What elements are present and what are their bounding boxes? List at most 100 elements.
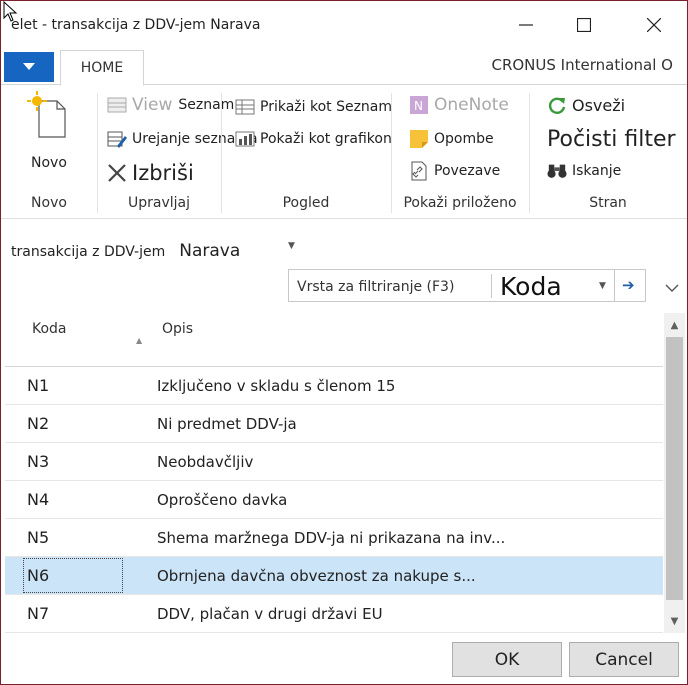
caption-field: Narava	[179, 241, 241, 261]
grid-header: Koda ▲ Opis	[5, 309, 663, 367]
app-menu-button[interactable]	[4, 52, 54, 82]
cell-code: N7	[27, 604, 50, 623]
cell-code: N2	[27, 414, 50, 433]
ribbon: Novo Novo View Seznam Urejanje seznama I…	[1, 85, 687, 219]
view-button[interactable]: View Seznam	[107, 95, 234, 115]
cell-code: N5	[27, 528, 50, 547]
table-row[interactable]: N2 Ni predmet DDV-ja	[5, 405, 663, 443]
cell-code: N1	[27, 376, 50, 395]
link-icon	[409, 161, 429, 181]
window-title: elet - transakcija z DDV-jem Narava	[11, 17, 261, 33]
table-row[interactable]: N3 Neobdavčljiv	[5, 443, 663, 481]
maximize-icon	[577, 18, 591, 32]
cell-code: N6	[27, 566, 50, 585]
grid-rows: N1 Izključeno v skladu s členom 15 N2 Ni…	[5, 367, 663, 633]
onenote-label: OneNote	[434, 95, 509, 115]
delete-button[interactable]: Izbriši	[107, 161, 194, 185]
edit-list-icon	[107, 129, 127, 149]
ok-button[interactable]: OK	[452, 642, 562, 677]
group-prilozeno: N OneNote Opombe Povezave Pokaži prilože…	[391, 85, 529, 215]
filter-field-selector[interactable]: Koda	[500, 272, 562, 301]
tab-home[interactable]: HOME	[60, 50, 144, 86]
table-row[interactable]: N4 Oproščeno davka	[5, 481, 663, 519]
sort-ascending-icon: ▲	[136, 336, 143, 345]
vertical-scrollbar[interactable]: ▲ ▼	[664, 313, 685, 633]
cell-description: Ni predmet DDV-ja	[157, 415, 297, 433]
scroll-down-icon[interactable]: ▼	[664, 611, 685, 631]
cell-description: Oproščeno davka	[157, 491, 288, 509]
minimize-icon	[519, 24, 533, 26]
view-list-icon	[107, 95, 127, 115]
filter-divider	[491, 274, 492, 298]
caption-dropdown-icon[interactable]: ▼	[288, 241, 295, 251]
group-novo: Novo Novo	[1, 85, 97, 215]
cell-code: N3	[27, 452, 50, 471]
view-label: View	[132, 95, 173, 115]
clear-filter-button[interactable]: Počisti filter	[547, 127, 676, 152]
scrollbar-thumb[interactable]	[666, 337, 683, 600]
close-icon	[647, 18, 661, 32]
chevron-down-icon[interactable]: ▼	[599, 281, 606, 291]
cell-description: Neobdavčljiv	[157, 453, 254, 471]
filter-input[interactable]: Vrsta za filtriranje (F3)	[297, 279, 454, 295]
column-header-koda[interactable]: Koda	[32, 321, 67, 337]
dialog-window: elet - transakcija z DDV-jem Narava HOME…	[0, 0, 688, 685]
show-as-chart-button[interactable]: Pokaži kot grafikon	[235, 129, 392, 149]
list-view-icon	[235, 97, 255, 117]
clear-filter-label: Počisti filter	[547, 127, 676, 152]
chart-icon	[235, 129, 255, 149]
new-button-label: Novo	[31, 155, 67, 171]
group-label-stran: Stran	[589, 195, 627, 211]
svg-text:N: N	[414, 99, 423, 113]
group-label-novo: Novo	[31, 195, 67, 211]
table-row[interactable]: N7 DDV, plačan v drugi državi EU	[5, 595, 663, 633]
column-header-opis[interactable]: Opis	[162, 321, 193, 337]
table-row[interactable]: N1 Izključeno v skladu s členom 15	[5, 367, 663, 405]
maximize-button[interactable]	[561, 9, 607, 41]
show-as-list-label: Prikaži kot Seznam	[260, 99, 393, 115]
caption-entity: transakcija z DDV-jem	[11, 244, 166, 260]
refresh-label: Osveži	[572, 95, 626, 115]
group-label-upravljaj: Upravljaj	[127, 195, 190, 211]
cell-description: Izključeno v skladu s členom 15	[157, 377, 396, 395]
search-button[interactable]: Iskanje	[547, 161, 621, 181]
cell-description: Shema maržnega DDV-ja ni prikazana na in…	[157, 529, 506, 547]
onenote-icon: N	[409, 95, 429, 115]
table-row[interactable]: N5 Shema maržnega DDV-ja ni prikazana na…	[5, 519, 663, 557]
scroll-up-icon[interactable]: ▲	[664, 315, 685, 335]
note-icon	[409, 129, 429, 149]
new-button[interactable]: Novo	[23, 91, 77, 171]
show-as-list-button[interactable]: Prikaži kot Seznam	[235, 97, 392, 117]
links-button[interactable]: Povezave	[409, 161, 500, 181]
group-label-prilozeno: Pokaži priloženo	[403, 195, 517, 211]
notes-label: Opombe	[434, 131, 494, 147]
group-pogled: Prikaži kot Seznam Pokaži kot grafikon P…	[221, 85, 392, 215]
delete-label: Izbriši	[132, 161, 194, 185]
close-button[interactable]	[631, 9, 677, 41]
filter-divider	[614, 270, 615, 301]
new-document-icon	[27, 91, 66, 138]
filter-box: Vrsta za filtriranje (F3) Koda ▼ ➔	[288, 269, 646, 302]
cell-description: DDV, plačan v drugi državi EU	[157, 605, 383, 623]
refresh-button[interactable]: Osveži	[547, 95, 625, 115]
ribbon-tabs: HOME CRONUS International O	[1, 47, 687, 86]
links-label: Povezave	[434, 163, 501, 179]
table-row-selected[interactable]: N6 Obrnjena davčna obveznost za nakupe s…	[5, 557, 663, 595]
page-caption: transakcija z DDV-jem Narava	[11, 241, 240, 261]
notes-button[interactable]: Opombe	[409, 129, 494, 149]
arrow-right-icon[interactable]: ➔	[622, 276, 635, 294]
show-as-chart-label: Pokaži kot grafikon	[260, 131, 392, 147]
title-bar: elet - transakcija z DDV-jem Narava	[1, 1, 687, 47]
chevron-down-icon	[23, 63, 35, 70]
onenote-button[interactable]: N OneNote	[409, 95, 509, 115]
company-name: CRONUS International O	[491, 56, 673, 74]
refresh-icon	[547, 95, 567, 115]
binoculars-icon	[547, 161, 567, 181]
cell-code: N4	[27, 490, 50, 509]
group-stran: Osveži Počisti filter Iskanje Stran	[529, 85, 687, 215]
group-upravljaj: View Seznam Urejanje seznama Izbriši Upr…	[97, 85, 258, 215]
cancel-button[interactable]: Cancel	[569, 642, 679, 677]
minimize-button[interactable]	[503, 9, 549, 41]
search-label: Iskanje	[572, 163, 622, 179]
collapse-chevron-icon[interactable]	[665, 282, 679, 296]
